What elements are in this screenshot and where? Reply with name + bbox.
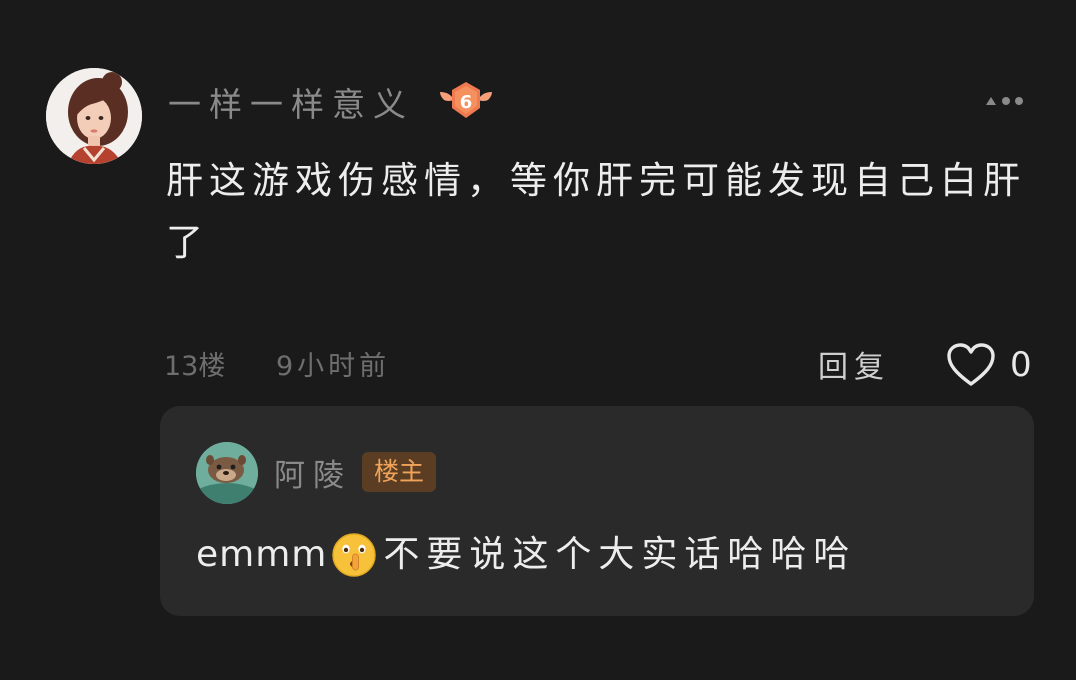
shushing-face-emoji: [332, 533, 377, 577]
comment-body: 肝这游戏伤感情，等你肝完可能发现自己白肝了: [166, 159, 1026, 264]
reply-text-prefix: emmm: [196, 534, 328, 575]
reply-text-main: 不要说这个大实话哈哈哈: [383, 534, 857, 575]
username[interactable]: 一样一样意义: [168, 78, 414, 126]
reply-body: emmm 不要说这个大实话哈哈哈: [196, 530, 856, 580]
reply-button[interactable]: 回复: [818, 342, 890, 386]
user-avatar[interactable]: [46, 68, 142, 164]
thread-owner-badge: 楼主: [362, 452, 437, 492]
comment-thread: 一样一样意义 6 肝这游戏伤感情，等你肝完可能发现自己白肝了 13楼 9小时前 …: [0, 0, 1076, 680]
like-button[interactable]: 0: [946, 340, 1032, 390]
reply-author-avatar[interactable]: [196, 442, 258, 504]
like-count: 0: [1010, 345, 1032, 385]
reply-card[interactable]: 阿陵 楼主 emmm 不要说这个大实话哈哈哈: [160, 406, 1034, 616]
level-badge: 6: [436, 80, 496, 122]
level-number: 6: [460, 92, 473, 113]
more-options-icon[interactable]: [984, 92, 1026, 106]
floor-number: 13楼: [164, 351, 226, 382]
reply-author-name[interactable]: 阿陵: [274, 450, 352, 495]
post-time: 9小时前: [276, 351, 391, 382]
heart-icon: [947, 343, 995, 386]
